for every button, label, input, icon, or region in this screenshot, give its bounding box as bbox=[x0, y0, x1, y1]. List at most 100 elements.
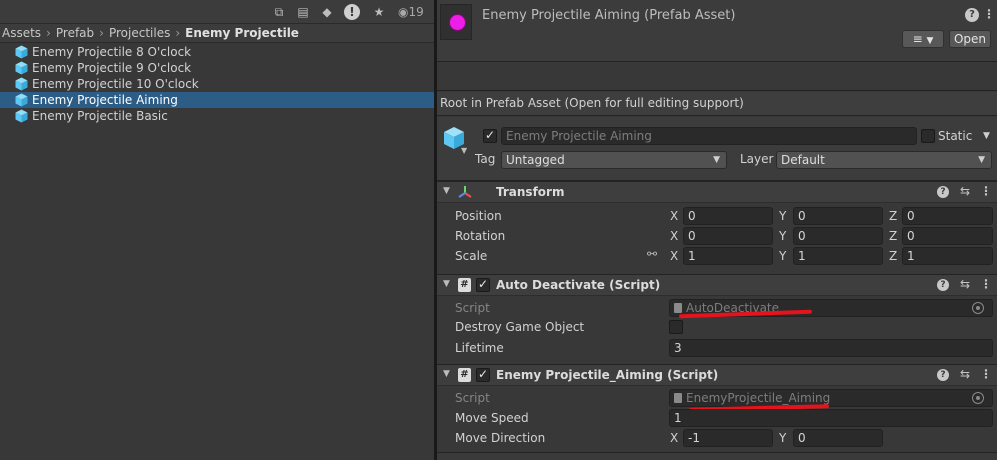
file-item-label: Enemy Projectile Basic bbox=[32, 109, 168, 123]
component-enabled-checkbox[interactable] bbox=[476, 367, 490, 382]
position-y-field[interactable]: 0 bbox=[793, 207, 883, 225]
auto-deactivate-component-header[interactable]: ▼ # Auto Deactivate (Script) ? ⇆ ⋮ bbox=[437, 274, 997, 296]
lock-icon[interactable]: ▤ bbox=[294, 4, 312, 20]
script-file-icon bbox=[674, 393, 682, 403]
gameobject-name-field[interactable]: Enemy Projectile Aiming bbox=[501, 127, 917, 145]
preset-icon[interactable]: ⇆ bbox=[958, 367, 972, 381]
box-select-icon[interactable]: ⧉ bbox=[270, 4, 288, 20]
tag-dropdown[interactable]: Untagged ▼ bbox=[501, 151, 727, 169]
aiming-component-header[interactable]: ▼ # Enemy Projectile_Aiming (Script) ? ⇆… bbox=[437, 364, 997, 386]
position-x-field[interactable]: 0 bbox=[683, 207, 773, 225]
inspector-title: Enemy Projectile Aiming (Prefab Asset) bbox=[482, 8, 736, 23]
help-icon[interactable]: ? bbox=[937, 279, 949, 291]
fold-arrow-icon[interactable]: ▼ bbox=[443, 369, 450, 379]
gameobject-header: ▼ Enemy Projectile Aiming Static ▼ Tag U… bbox=[437, 117, 997, 181]
rotation-x-field[interactable]: 0 bbox=[683, 227, 773, 245]
layer-value: Default bbox=[781, 153, 825, 167]
axis-x-label: X bbox=[670, 209, 679, 223]
axis-x-label: X bbox=[670, 249, 679, 263]
axis-x-label: X bbox=[670, 431, 679, 445]
transform-title: Transform bbox=[496, 185, 565, 199]
axis-y-label: Y bbox=[779, 209, 787, 223]
aiming-script-field: EnemyProjectile_Aiming bbox=[669, 389, 993, 407]
file-item[interactable]: Enemy Projectile 10 O'clock bbox=[0, 76, 434, 92]
auto-deactivate-title: Auto Deactivate (Script) bbox=[496, 278, 661, 292]
chevron-down-icon[interactable]: ▼ bbox=[461, 146, 467, 155]
prefab-cube-icon bbox=[15, 61, 28, 75]
file-item[interactable]: Enemy Projectile Basic bbox=[0, 108, 434, 124]
axis-x-label: X bbox=[670, 229, 679, 243]
script-file-icon bbox=[674, 303, 682, 313]
breadcrumb-item-assets[interactable]: Assets bbox=[2, 26, 41, 40]
script-hash-icon: # bbox=[458, 278, 471, 292]
script-value: EnemyProjectile_Aiming bbox=[686, 391, 831, 405]
script-label: Script bbox=[455, 391, 490, 405]
inspector-panel: Enemy Projectile Aiming (Prefab Asset) ?… bbox=[437, 0, 997, 460]
script-hash-icon: # bbox=[458, 368, 471, 382]
rotation-y-field[interactable]: 0 bbox=[793, 227, 883, 245]
component-enabled-checkbox[interactable] bbox=[476, 277, 490, 292]
axis-y-label: Y bbox=[779, 229, 787, 243]
destroy-game-object-checkbox[interactable] bbox=[669, 320, 683, 334]
chevron-right-icon: › bbox=[175, 26, 181, 40]
file-item-label: Enemy Projectile 8 O'clock bbox=[32, 45, 192, 59]
help-icon[interactable]: ? bbox=[937, 369, 949, 381]
help-icon[interactable]: ? bbox=[965, 8, 979, 22]
breadcrumb: Assets › Prefab › Projectiles › Enemy Projecti… bbox=[0, 24, 434, 43]
layer-dropdown[interactable]: Default ▼ bbox=[776, 151, 992, 169]
header-spacer bbox=[437, 63, 997, 91]
file-item-selected[interactable]: Enemy Projectile Aiming bbox=[0, 92, 434, 108]
tag-value: Untagged bbox=[506, 153, 565, 167]
position-z-field[interactable]: 0 bbox=[902, 207, 993, 225]
transform-component-header[interactable]: ▼ Transform ? ⇆ ⋮ bbox=[437, 181, 997, 203]
preset-icon[interactable]: ⇆ bbox=[958, 184, 972, 198]
file-item[interactable]: Enemy Projectile 8 O'clock bbox=[0, 44, 434, 60]
preset-icon[interactable]: ⇆ bbox=[958, 277, 972, 291]
eye-icon: ◉ bbox=[398, 5, 409, 19]
chevron-down-icon: ▼ bbox=[978, 155, 985, 165]
file-item-label: Enemy Projectile 10 O'clock bbox=[32, 77, 199, 91]
rotation-label: Rotation bbox=[455, 229, 506, 243]
file-item[interactable]: Enemy Projectile 9 O'clock bbox=[0, 60, 434, 76]
breadcrumb-item-prefab[interactable]: Prefab bbox=[56, 26, 94, 40]
rotation-z-field[interactable]: 0 bbox=[902, 227, 993, 245]
gameobject-active-checkbox[interactable] bbox=[483, 128, 497, 143]
move-speed-field[interactable]: 1 bbox=[669, 409, 993, 427]
chevron-right-icon: › bbox=[46, 26, 51, 40]
breadcrumb-item-projectiles[interactable]: Projectiles bbox=[109, 26, 170, 40]
move-speed-label: Move Speed bbox=[455, 411, 529, 425]
scale-y-field[interactable]: 1 bbox=[793, 247, 883, 265]
link-icon[interactable]: ⚯ bbox=[647, 247, 657, 261]
help-icon[interactable]: ? bbox=[937, 186, 949, 198]
fold-arrow-icon[interactable]: ▼ bbox=[443, 279, 450, 289]
star-icon[interactable]: ★ bbox=[370, 4, 388, 20]
warning-icon[interactable]: ! bbox=[344, 4, 360, 20]
hidden-count[interactable]: ◉19 bbox=[398, 4, 432, 20]
scale-label: Scale bbox=[455, 249, 488, 263]
fold-arrow-icon[interactable]: ▼ bbox=[443, 186, 450, 196]
scale-z-field[interactable]: 1 bbox=[902, 247, 993, 265]
list-view-dropdown[interactable]: ≡ ▼ bbox=[902, 30, 944, 48]
tag-icon[interactable]: ◆ bbox=[318, 4, 336, 20]
static-checkbox[interactable] bbox=[921, 129, 935, 143]
kebab-menu-icon[interactable]: ⋮ bbox=[980, 367, 992, 381]
prefab-preview bbox=[440, 4, 472, 40]
axis-z-label: Z bbox=[889, 249, 898, 263]
axis-z-label: Z bbox=[889, 229, 898, 243]
lifetime-label: Lifetime bbox=[455, 341, 504, 355]
kebab-menu-icon[interactable]: ⋮ bbox=[983, 7, 995, 21]
open-button[interactable]: Open bbox=[949, 30, 991, 48]
axis-y-label: Y bbox=[779, 249, 787, 263]
move-direction-y-field[interactable]: 0 bbox=[793, 429, 883, 447]
move-direction-label: Move Direction bbox=[455, 431, 546, 445]
kebab-menu-icon[interactable]: ⋮ bbox=[980, 184, 992, 198]
position-label: Position bbox=[455, 209, 502, 223]
inspector-header: Enemy Projectile Aiming (Prefab Asset) ?… bbox=[437, 0, 997, 62]
kebab-menu-icon[interactable]: ⋮ bbox=[980, 277, 992, 291]
move-direction-x-field[interactable]: -1 bbox=[683, 429, 773, 447]
scale-x-field[interactable]: 1 bbox=[683, 247, 773, 265]
chevron-down-icon: ▼ bbox=[713, 155, 720, 165]
breadcrumb-current[interactable]: Enemy Projectile bbox=[185, 26, 299, 40]
chevron-down-icon[interactable]: ▼ bbox=[983, 131, 990, 141]
lifetime-field[interactable]: 3 bbox=[669, 339, 993, 357]
